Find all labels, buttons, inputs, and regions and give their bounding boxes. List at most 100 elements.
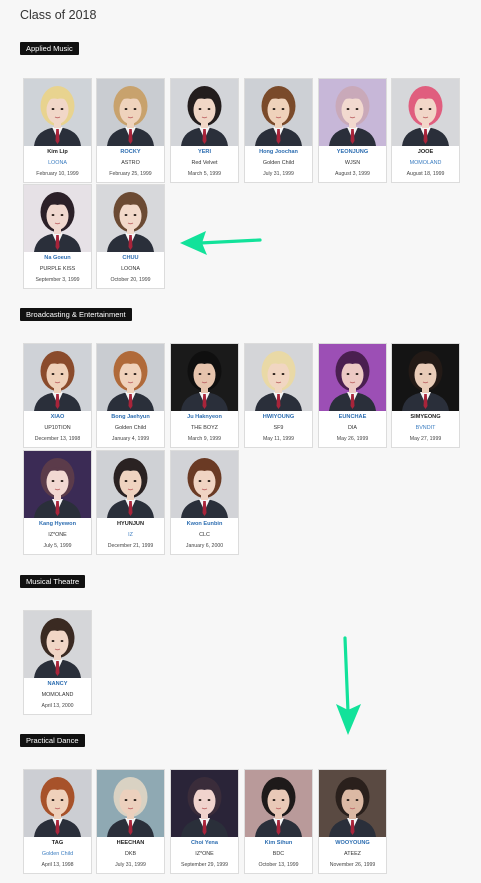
- profile-photo: [171, 79, 238, 146]
- profile-card[interactable]: WOOYOUNG ATEEZ November 26, 1999: [318, 769, 387, 874]
- profile-birthdate: August 18, 1999: [406, 171, 445, 177]
- profile-photo: [392, 344, 459, 411]
- profile-name[interactable]: Na Goeun: [24, 255, 91, 262]
- profile-name[interactable]: NANCY: [24, 681, 91, 688]
- profile-birthdate: October 20, 1999: [110, 277, 151, 283]
- profile-card[interactable]: Kang Hyewon IZ*ONE July 5, 1999: [23, 450, 92, 555]
- profile-card[interactable]: Choi Yena IZ*ONE September 29, 1999: [170, 769, 239, 874]
- profile-birthdate: February 25, 1999: [109, 171, 152, 177]
- profile-photo: [319, 344, 386, 411]
- profile-card[interactable]: CHUU LOONA October 20, 1999: [96, 184, 165, 289]
- profile-card[interactable]: Kim Lip LOONA February 10, 1999: [23, 78, 92, 183]
- profile-birthdate: April 13, 2000: [41, 703, 74, 709]
- profile-name[interactable]: Hong Joochan: [245, 149, 312, 156]
- profile-card[interactable]: HYUNJUN IZ December 21, 1999: [96, 450, 165, 555]
- profile-name[interactable]: WOOYOUNG: [319, 840, 386, 847]
- profile-birthdate: May 27, 1999: [409, 436, 442, 442]
- profile-birthdate: July 31, 1999: [263, 171, 294, 177]
- profile-card[interactable]: HEECHAN DKB July 31, 1999: [96, 769, 165, 874]
- profile-group: LOONA: [121, 266, 140, 272]
- profile-group: Golden Child: [114, 425, 147, 431]
- profile-photo: [245, 770, 312, 837]
- profile-card[interactable]: XIAO UP10TION December 13, 1998: [23, 343, 92, 448]
- profile-birthdate: July 5, 1999: [43, 543, 72, 549]
- profile-card[interactable]: Kwon Eunbin CLC January 6, 2000: [170, 450, 239, 555]
- profile-card[interactable]: Na Goeun PURPLE KISS September 3, 1999: [23, 184, 92, 289]
- profile-photo: [171, 451, 238, 518]
- profile-name[interactable]: Ju Haknyeon: [171, 414, 238, 421]
- profile-name[interactable]: HWIYOUNG: [245, 414, 312, 421]
- profile-birthdate: February 10, 1999: [36, 171, 79, 177]
- section-label: Broadcasting & Entertainment: [20, 308, 132, 321]
- page: Class of 2018 Applied Music Kim Lip LOONA F…: [0, 0, 481, 883]
- profile-group: THE BOYZ: [191, 425, 218, 431]
- left-arrow-shaft: [198, 238, 262, 245]
- profile-group: DIA: [348, 425, 357, 431]
- profile-card[interactable]: TAG Golden Child April 13, 1998: [23, 769, 92, 874]
- profile-photo: [245, 344, 312, 411]
- profile-name[interactable]: YEONJUNG: [319, 149, 386, 156]
- profile-name: JOOE: [417, 149, 434, 155]
- profile-photo: [171, 770, 238, 837]
- profile-group: PURPLE KISS: [39, 266, 76, 272]
- profile-name[interactable]: EUNCHAE: [319, 414, 386, 421]
- profile-card[interactable]: EUNCHAE DIA May 26, 1999: [318, 343, 387, 448]
- profile-card[interactable]: HWIYOUNG SF9 May 11, 1999: [244, 343, 313, 448]
- profile-birthdate: May 11, 1999: [262, 436, 295, 442]
- profile-name[interactable]: Kwon Eunbin: [171, 521, 238, 528]
- profile-group: ASTRO: [121, 160, 140, 166]
- profile-group[interactable]: IZ: [97, 532, 164, 539]
- profile-birthdate: August 3, 1999: [335, 171, 370, 177]
- profile-group: BDC: [272, 851, 285, 857]
- profile-card[interactable]: Bong Jaehyun Golden Child January 4, 1999: [96, 343, 165, 448]
- profile-photo: [97, 185, 164, 252]
- profile-name[interactable]: YERI: [171, 149, 238, 156]
- profile-photo: [171, 344, 238, 411]
- profile-card[interactable]: NANCY MOMOLAND April 13, 2000: [23, 610, 92, 715]
- profile-photo: [97, 770, 164, 837]
- profile-group[interactable]: LOONA: [24, 160, 91, 167]
- profile-group: ATEEZ: [344, 851, 361, 857]
- profile-card[interactable]: YEONJUNG WJSN August 3, 1999: [318, 78, 387, 183]
- profile-group: Red Velvet: [191, 160, 218, 166]
- profile-birthdate: September 29, 1999: [180, 862, 228, 868]
- profile-card[interactable]: JOOE MOMOLAND August 18, 1999: [391, 78, 460, 183]
- profile-card[interactable]: YERI Red Velvet March 5, 1999: [170, 78, 239, 183]
- page-title: Class of 2018: [20, 8, 97, 22]
- profile-group[interactable]: MOMOLAND: [392, 160, 459, 167]
- profile-group: CLC: [199, 532, 210, 538]
- profile-card[interactable]: Kim Sihun BDC October 13, 1999: [244, 769, 313, 874]
- profile-birthdate: April 13, 1998: [41, 862, 74, 868]
- profile-card[interactable]: Hong Joochan Golden Child July 31, 1999: [244, 78, 313, 183]
- profile-name: Kim Lip: [47, 149, 68, 155]
- profile-photo: [97, 344, 164, 411]
- profile-card[interactable]: Ju Haknyeon THE BOYZ March 9, 1999: [170, 343, 239, 448]
- profile-birthdate: May 26, 1999: [336, 436, 369, 442]
- profile-photo: [319, 79, 386, 146]
- profile-photo: [24, 185, 91, 252]
- profile-name[interactable]: CHUU: [97, 255, 164, 262]
- profile-name: TAG: [51, 840, 64, 846]
- profile-birthdate: September 3, 1999: [35, 277, 80, 283]
- profile-card[interactable]: SIMYEONG BVNDIT May 27, 1999: [391, 343, 460, 448]
- profile-birthdate: March 5, 1999: [187, 171, 222, 177]
- profile-name[interactable]: Kang Hyewon: [24, 521, 91, 528]
- profile-birthdate: January 4, 1999: [111, 436, 150, 442]
- section-label: Applied Music: [20, 42, 79, 55]
- profile-name[interactable]: XIAO: [24, 414, 91, 421]
- profile-birthdate: July 31, 1999: [115, 862, 146, 868]
- profile-group[interactable]: Golden Child: [24, 851, 91, 858]
- profile-group: IZ*ONE: [48, 532, 67, 538]
- profile-group: Golden Child: [262, 160, 295, 166]
- profile-photo: [24, 611, 91, 678]
- down-arrow-shaft: [343, 636, 350, 714]
- profile-name[interactable]: Kim Sihun: [245, 840, 312, 847]
- profile-photo: [319, 770, 386, 837]
- profile-group: IZ*ONE: [195, 851, 214, 857]
- profile-name[interactable]: Bong Jaehyun: [97, 414, 164, 421]
- profile-name: SIMYEONG: [410, 414, 441, 420]
- profile-name[interactable]: Choi Yena: [171, 840, 238, 847]
- profile-card[interactable]: ROCKY ASTRO February 25, 1999: [96, 78, 165, 183]
- profile-group[interactable]: BVNDIT: [392, 425, 459, 432]
- profile-name[interactable]: ROCKY: [97, 149, 164, 156]
